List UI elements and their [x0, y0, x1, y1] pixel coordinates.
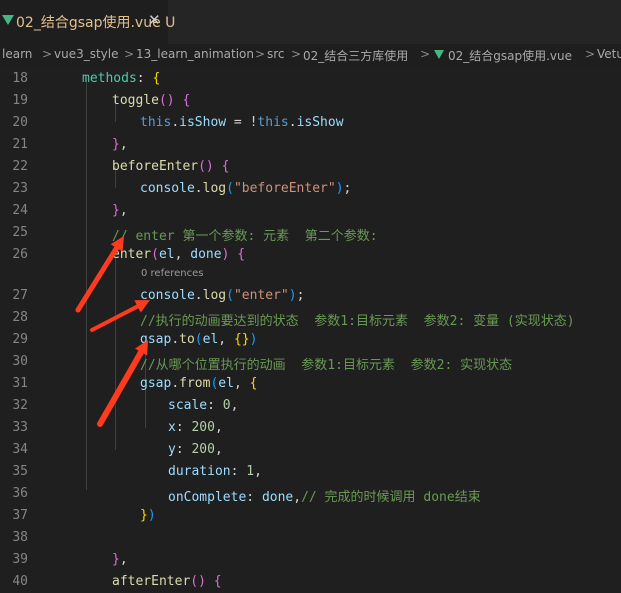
code-text: afterEnter() { — [112, 574, 222, 589]
annotation-arrows — [75, 236, 150, 427]
code-line[interactable]: 40 afterEnter() { — [0, 571, 621, 593]
annotation-arrow-shaft — [90, 304, 140, 332]
code-line[interactable]: 37}) — [0, 505, 621, 527]
code-text: }) — [140, 508, 156, 523]
code-line[interactable]: 39}, — [0, 549, 621, 571]
code-line[interactable]: 38 — [0, 527, 621, 549]
annotation-arrow-shaft — [97, 349, 145, 427]
annotation-arrow-shaft — [75, 245, 120, 313]
line-number: 37 — [12, 508, 28, 523]
line-number: 39 — [12, 552, 28, 567]
code-text: }, — [112, 552, 128, 567]
line-number: 40 — [12, 574, 28, 589]
line-number: 38 — [12, 530, 28, 545]
